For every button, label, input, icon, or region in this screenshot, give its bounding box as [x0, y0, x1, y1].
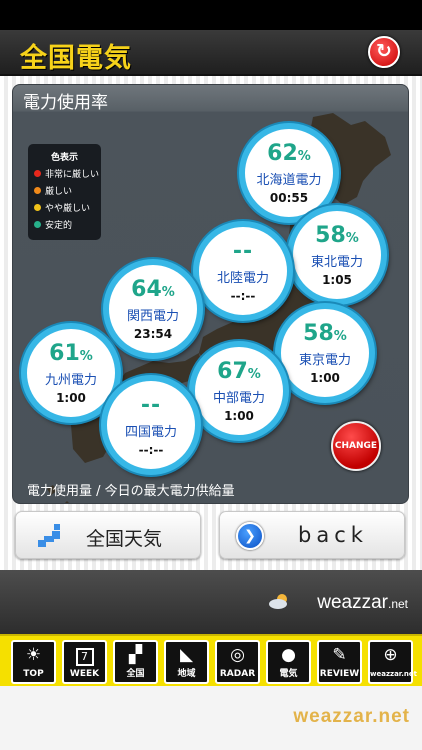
- panel-title: 電力使用率: [23, 93, 108, 113]
- refresh-icon: ↻: [376, 40, 392, 62]
- region-chubu[interactable]: 67% 中部電力 1:00: [189, 341, 289, 441]
- globe-icon: ⊕: [383, 645, 398, 665]
- legend-item: 厳しい: [34, 184, 101, 201]
- radar-icon: ◎: [230, 645, 245, 665]
- tab-weazzar[interactable]: ⊕ weazzar.net: [368, 640, 417, 684]
- back-label: back: [298, 523, 368, 547]
- change-button[interactable]: CHANGE: [331, 421, 381, 471]
- national-weather-button[interactable]: 全国天気: [15, 511, 201, 559]
- color-legend: 色表示 非常に厳しい 厳しい やや厳しい 安定的: [28, 144, 101, 240]
- tab-week[interactable]: 7 WEEK: [62, 640, 107, 684]
- legend-item: やや厳しい: [34, 201, 101, 218]
- refresh-button[interactable]: ↻: [368, 36, 400, 68]
- japan-map-icon: ▞: [128, 645, 143, 665]
- tab-national[interactable]: ▞ 全国: [113, 640, 158, 684]
- legend-title: 色表示: [50, 153, 78, 163]
- legend-item: 安定的: [34, 218, 101, 235]
- sun-icon: ☀: [25, 645, 42, 665]
- tab-electricity[interactable]: ● 電気: [266, 640, 311, 684]
- status-bar: [0, 0, 422, 30]
- panel-footer-caption: 電力使用量 / 今日の最大電力供給量: [27, 484, 235, 499]
- region-hokuriku[interactable]: -- 北陸電力 --:--: [193, 221, 293, 321]
- tab-top[interactable]: ☀ TOP: [11, 640, 56, 684]
- footer: weazzar.net: [0, 686, 422, 750]
- tab-bar: ☀ TOP 7 WEEK ▞ 全国 ◣ 地域 ◎ RADAR ● 電気 ✎ RE…: [0, 634, 422, 686]
- tab-radar[interactable]: ◎ RADAR: [215, 640, 260, 684]
- lightbulb-icon: ●: [281, 645, 296, 665]
- app-header: 全国電気 ↻: [0, 30, 422, 76]
- region-tohoku[interactable]: 58% 東北電力 1:05: [287, 205, 387, 305]
- tab-review[interactable]: ✎ REVIEW: [317, 640, 362, 684]
- brand-bar: weazzar.net: [0, 570, 422, 634]
- legend-item: 非常に厳しい: [34, 167, 101, 184]
- pencil-icon: ✎: [332, 645, 347, 665]
- brand-logo[interactable]: weazzar.net: [317, 592, 408, 614]
- weather-cloud-logo: [269, 594, 287, 609]
- national-weather-label: 全国天気: [86, 528, 163, 550]
- power-usage-panel: 電力使用率 色表示 非常に厳しい 厳しい やや厳しい 安定的 62% 北海道電力…: [12, 84, 409, 504]
- calendar-icon: 7: [64, 642, 105, 668]
- tab-region[interactable]: ◣ 地域: [164, 640, 209, 684]
- footer-brand: weazzar.net: [293, 706, 410, 727]
- region-tokyo[interactable]: 58% 東京電力 1:00: [275, 303, 375, 403]
- region-shikoku[interactable]: -- 四国電力 --:--: [101, 375, 201, 475]
- app-title: 全国電気: [20, 43, 132, 74]
- back-button[interactable]: ❯ back: [219, 511, 405, 559]
- chevron-right-icon: ❯: [236, 522, 264, 550]
- region-map-icon: ◣: [179, 645, 194, 665]
- region-kansai[interactable]: 64% 関西電力 23:54: [103, 259, 203, 359]
- japan-mini-icon: [38, 524, 60, 547]
